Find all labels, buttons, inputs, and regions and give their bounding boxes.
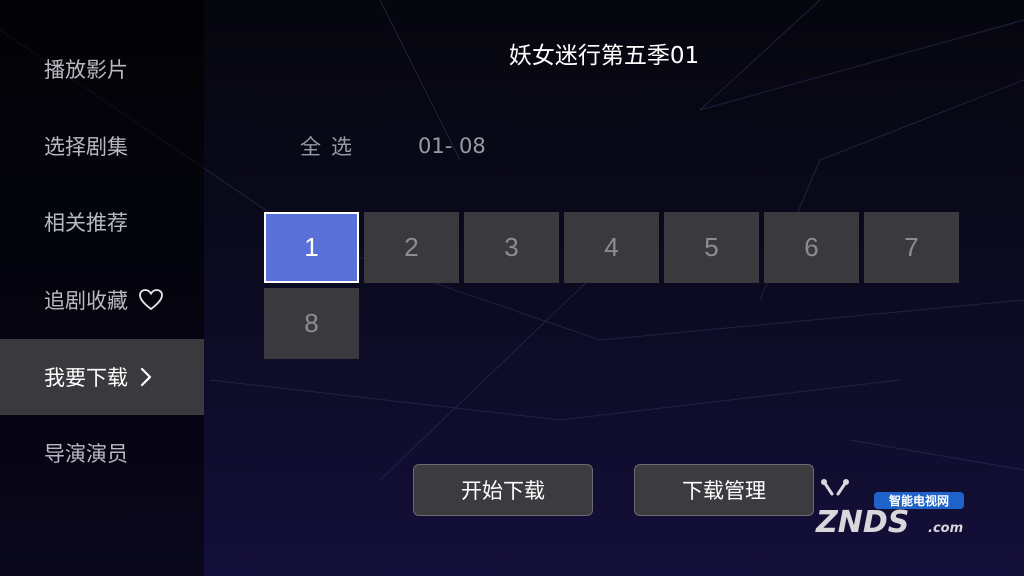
sidebar-item-recommendations[interactable]: 相关推荐 bbox=[0, 184, 204, 260]
sidebar-item-cast[interactable]: 导演演员 bbox=[0, 415, 204, 491]
znds-logo: 智能电视网 ZNDS .com bbox=[812, 478, 982, 544]
episode-tile-6[interactable]: 6 bbox=[764, 212, 859, 283]
page-title: 妖女迷行第五季01 bbox=[508, 43, 700, 69]
sidebar: 播放影片 选择剧集 相关推荐 追剧收藏 我要下载 导演演员 bbox=[0, 0, 204, 576]
sidebar-item-label: 追剧收藏 bbox=[44, 289, 128, 313]
episode-tile-2[interactable]: 2 bbox=[364, 212, 459, 283]
range-tab-01-08[interactable]: 01- 08 bbox=[418, 134, 486, 158]
sidebar-item-label: 选择剧集 bbox=[44, 135, 128, 159]
episode-tile-7[interactable]: 7 bbox=[864, 212, 959, 283]
start-download-button[interactable]: 开始下载 bbox=[413, 464, 593, 516]
episode-tile-5[interactable]: 5 bbox=[664, 212, 759, 283]
episode-tile-3[interactable]: 3 bbox=[464, 212, 559, 283]
sidebar-item-select-episodes[interactable]: 选择剧集 bbox=[0, 108, 204, 184]
episode-tile-8[interactable]: 8 bbox=[264, 288, 359, 359]
download-manage-button[interactable]: 下载管理 bbox=[634, 464, 814, 516]
chevron-right-icon bbox=[138, 365, 154, 389]
select-all-button[interactable]: 全选 bbox=[300, 131, 362, 161]
episode-tile-1[interactable]: 1 bbox=[264, 212, 359, 283]
sidebar-item-label: 导演演员 bbox=[44, 442, 128, 466]
logo-brand: ZNDS bbox=[815, 505, 909, 540]
episode-tile-4[interactable]: 4 bbox=[564, 212, 659, 283]
range-selector: 全选 01- 08 bbox=[300, 130, 486, 162]
sidebar-item-download[interactable]: 我要下载 bbox=[0, 339, 204, 415]
logo-suffix: .com bbox=[928, 521, 963, 536]
sidebar-item-play-movie[interactable]: 播放影片 bbox=[0, 31, 204, 107]
sidebar-item-label: 播放影片 bbox=[44, 58, 128, 82]
sidebar-item-favorite[interactable]: 追剧收藏 bbox=[0, 262, 204, 338]
sidebar-item-label: 我要下载 bbox=[44, 366, 128, 390]
tv-antenna-icon bbox=[821, 479, 849, 496]
heart-outline-icon bbox=[138, 288, 164, 312]
sidebar-item-label: 相关推荐 bbox=[44, 211, 128, 235]
